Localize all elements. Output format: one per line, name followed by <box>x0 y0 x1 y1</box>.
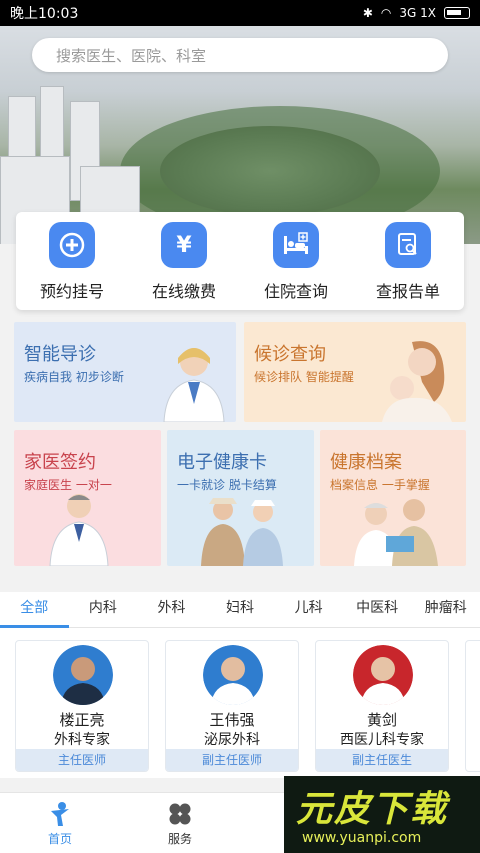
card-subtitle: 疾病自我 初步诊断 <box>24 370 124 384</box>
service-card-health-card[interactable]: 电子健康卡 一卡就诊 脱卡结算 <box>167 430 314 566</box>
grid-clover-icon <box>169 803 191 825</box>
nav-services-label: 服务 <box>167 832 192 846</box>
quick-action-label: 住院查询 <box>263 282 328 301</box>
home-person-icon <box>51 802 69 826</box>
doctor-illustration <box>163 348 225 422</box>
nav-services[interactable]: 服务 <box>140 801 220 847</box>
search-placeholder: 搜索医生、医院、科室 <box>56 46 207 65</box>
doctor-name: 楼正亮 <box>59 711 105 729</box>
signal-label: 3G 1X <box>399 6 436 20</box>
card-title: 电子健康卡 <box>177 452 267 473</box>
doctor-card[interactable]: 楼正亮 外科专家 主任医师 <box>15 640 149 772</box>
report-search-icon <box>385 222 431 268</box>
card-title: 家医签约 <box>24 452 96 473</box>
tab-oncology[interactable]: 肿瘤科 <box>411 592 480 628</box>
doctor-avatar <box>53 645 113 705</box>
status-bar: 晚上10:03 ✱ ◠ 3G 1X <box>0 0 480 26</box>
search-input[interactable]: 搜索医生、医院、科室 <box>32 38 448 72</box>
category-tabs: 全部 内科 外科 妇科 儿科 中医科 肿瘤科 <box>0 592 480 628</box>
card-subtitle: 一卡就诊 脱卡结算 <box>177 478 277 492</box>
battery-icon <box>444 7 470 19</box>
doctor-rank: 副主任医师 <box>166 749 298 771</box>
doctor-department: 泌尿外科 <box>204 732 260 748</box>
tab-pediatrics[interactable]: 儿科 <box>274 592 343 628</box>
plus-circle-icon <box>49 222 95 268</box>
watermark-text: 元皮下载 <box>296 789 449 830</box>
quick-action-inpatient[interactable]: 住院查询 <box>246 222 346 310</box>
service-card-queue[interactable]: 候诊查询 候诊排队 智能提醒 <box>244 322 466 422</box>
bluetooth-icon: ✱ <box>362 6 373 20</box>
watermark-logo: 元皮下载 www.yuanpi.com <box>284 776 480 853</box>
doctor-rank: 副主任医生 <box>316 749 448 771</box>
tab-tcm[interactable]: 中医科 <box>343 592 412 628</box>
yen-icon: ¥ <box>161 222 207 268</box>
doctor-card[interactable]: 王伟强 泌尿外科 副主任医师 <box>165 640 299 772</box>
doctor-list: 楼正亮 外科专家 主任医师 王伟强 泌尿外科 副主任医师 黄剑 西医儿科专家 副… <box>0 628 480 778</box>
card-title: 智能导诊 <box>24 344 96 365</box>
doctor-avatar <box>353 645 413 705</box>
doctor-avatar <box>203 645 263 705</box>
doctor-department: 西医儿科专家 <box>340 732 424 748</box>
doctor-department: 外科专家 <box>54 732 110 748</box>
tab-surgery[interactable]: 外科 <box>137 592 206 628</box>
family-doctor-illustration <box>49 494 109 566</box>
doctor-name: 黄剑 <box>366 711 397 729</box>
quick-action-label: 预约挂号 <box>39 282 104 301</box>
wifi-icon: ◠ <box>380 6 392 20</box>
doctor-card[interactable]: 黄剑 西医儿科专家 副主任医生 <box>315 640 449 772</box>
elderly-reading-illustration <box>354 499 438 566</box>
status-time: 晚上10:03 <box>10 6 79 22</box>
lake-image <box>160 126 380 216</box>
quick-action-appointment[interactable]: 预约挂号 <box>22 222 122 310</box>
quick-action-label: 查报告单 <box>375 282 440 301</box>
quick-action-payment[interactable]: ¥ 在线缴费 <box>134 222 234 310</box>
card-subtitle: 候诊排队 智能提醒 <box>254 370 354 384</box>
nav-home-label: 首页 <box>47 832 72 846</box>
status-icons: ✱ ◠ 3G 1X <box>363 6 470 20</box>
card-title: 健康档案 <box>330 452 402 473</box>
mother-baby-illustration <box>382 341 452 422</box>
service-card-smart-guide[interactable]: 智能导诊 疾病自我 初步诊断 <box>14 322 236 422</box>
watermark-url: www.yuanpi.com <box>302 830 422 846</box>
nav-home[interactable]: 首页 <box>20 801 100 847</box>
tab-gynecology[interactable]: 妇科 <box>206 592 275 628</box>
card-title: 候诊查询 <box>254 344 326 365</box>
tab-all[interactable]: 全部 <box>0 592 69 628</box>
doctor-name: 王伟强 <box>209 711 255 729</box>
doctor-card-partial[interactable] <box>465 640 480 772</box>
quick-action-label: 在线缴费 <box>151 282 216 301</box>
quick-actions-panel: 预约挂号 ¥ 在线缴费 住院查询 查报告单 <box>16 212 464 310</box>
card-subtitle: 档案信息 一手掌握 <box>330 478 430 492</box>
hospital-bed-icon <box>273 222 319 268</box>
doctor-rank: 主任医师 <box>16 749 148 771</box>
service-card-health-record[interactable]: 健康档案 档案信息 一手掌握 <box>320 430 466 566</box>
elderly-couple-illustration <box>201 498 283 566</box>
quick-action-report[interactable]: 查报告单 <box>358 222 458 310</box>
tab-internal[interactable]: 内科 <box>69 592 138 628</box>
service-card-family-doctor[interactable]: 家医签约 家庭医生 一对一 <box>14 430 161 566</box>
